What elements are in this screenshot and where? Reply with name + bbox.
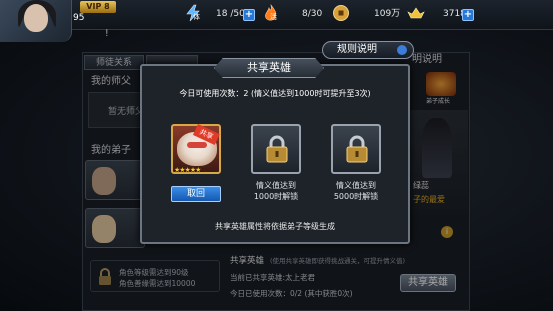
uses-available-line: 今日可使用次数：2 (情义值达到1000时可提升至3次)	[179, 89, 371, 98]
energy-icon-char: 活	[270, 13, 277, 21]
energy-value: 8/30	[302, 9, 323, 19]
slot3-caption-1: 情义值达到	[336, 181, 376, 190]
slot2-caption-2: 1000时解锁	[253, 192, 299, 201]
rules-button[interactable]: 规则说明	[322, 41, 414, 59]
slot2-caption-1: 情义值达到	[256, 181, 296, 190]
padlock-icon	[266, 135, 288, 163]
retrieve-hero-button[interactable]: 取回	[171, 186, 221, 202]
copper-coin-icon	[333, 5, 349, 21]
hero-stars: ★★★★★	[174, 166, 201, 174]
stamina-icon-char: 体	[193, 13, 200, 21]
slot3-caption-2: 5000时解锁	[333, 192, 379, 201]
gold-ingot-icon	[407, 7, 425, 19]
stamina-value: 18 /50	[216, 9, 245, 19]
player-avatar[interactable]	[0, 0, 72, 42]
rules-button-label: 规则说明	[337, 44, 377, 55]
game-screen: { "player": {"vip_label": "VIP 8", "leve…	[0, 0, 553, 311]
locked-slot-5000[interactable]	[331, 124, 381, 174]
locked-slot-1000[interactable]	[251, 124, 301, 174]
arrow-right-icon	[397, 45, 407, 55]
vip-badge: VIP 8	[80, 1, 116, 13]
add-stamina-button[interactable]: +	[243, 9, 255, 21]
add-gold-button[interactable]: +	[462, 9, 474, 21]
player-level: 95	[73, 13, 85, 23]
copper-value: 109万	[374, 9, 401, 19]
dialog-title: 共享英雄	[214, 58, 324, 78]
padlock-icon	[346, 135, 368, 163]
dialog-footer-note: 共享英雄属性将依据弟子等级生成	[215, 222, 335, 231]
